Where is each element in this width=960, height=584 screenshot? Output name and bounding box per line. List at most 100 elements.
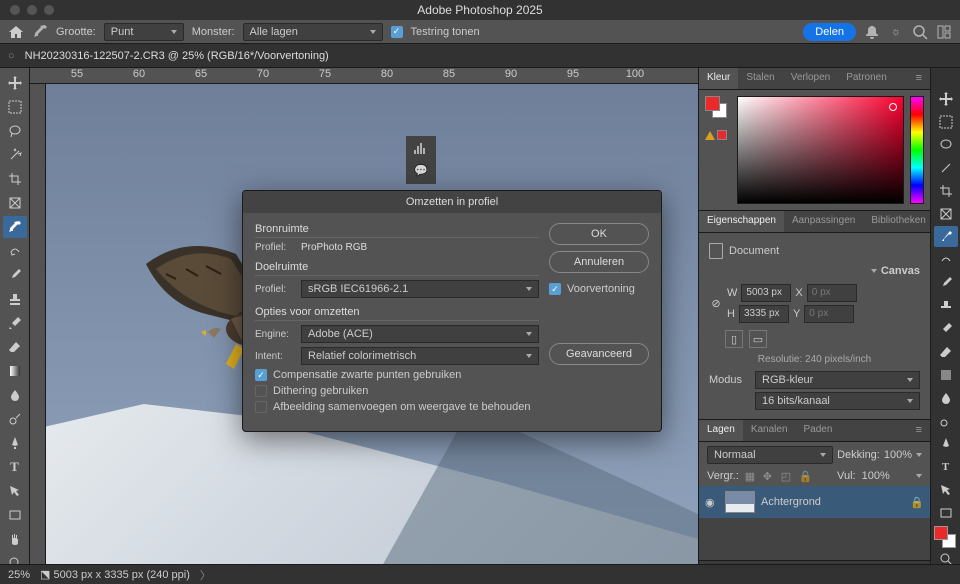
tab-bibliotheken[interactable]: Bibliotheken [863, 211, 933, 232]
bell-icon[interactable] [864, 24, 880, 40]
eraser-tool-r[interactable] [934, 341, 958, 362]
shape-tool-r[interactable] [934, 502, 958, 523]
intent-dropdown[interactable]: Relatief colorimetrisch [301, 347, 539, 365]
blur-tool[interactable] [3, 384, 27, 406]
lock-icon[interactable]: 🔒 [910, 496, 924, 509]
size-dropdown[interactable]: Punt [104, 23, 184, 41]
fg-bg-colors[interactable] [934, 526, 956, 556]
tab-patronen[interactable]: Patronen [838, 68, 895, 89]
gradient-tool-r[interactable] [934, 364, 958, 385]
tab-aanpassingen[interactable]: Aanpassingen [784, 211, 863, 232]
lasso-tool-r[interactable] [934, 134, 958, 155]
lasso-tool[interactable] [3, 120, 27, 142]
link-icon[interactable]: ⊘ [709, 297, 723, 310]
comment-icon[interactable]: 💬 [413, 162, 429, 178]
depth-dropdown[interactable]: 16 bits/kanaal [755, 392, 920, 410]
wand-tool-r[interactable] [934, 157, 958, 178]
blend-mode-dropdown[interactable]: Normaal [707, 446, 833, 464]
lock-all-icon[interactable]: 🔒 [799, 470, 811, 482]
panel-menu-icon[interactable]: ≡ [908, 420, 930, 441]
marquee-tool-r[interactable] [934, 111, 958, 132]
layer-thumbnail[interactable] [725, 491, 755, 513]
wand-tool[interactable] [3, 144, 27, 166]
pen-tool-r[interactable] [934, 433, 958, 454]
lock-pixels-icon[interactable]: ▦ [745, 470, 757, 482]
history-tool-r[interactable] [934, 318, 958, 339]
home-icon[interactable] [8, 25, 24, 39]
canvas-section-header[interactable]: Canvas [709, 265, 920, 277]
tab-kanalen[interactable]: Kanalen [743, 420, 796, 441]
ruler-vertical[interactable] [30, 84, 46, 584]
advanced-button[interactable]: Geavanceerd [549, 343, 649, 365]
crop-tool[interactable] [3, 168, 27, 190]
path-tool-r[interactable] [934, 479, 958, 500]
dodge-tool[interactable] [3, 408, 27, 430]
frame-tool-r[interactable] [934, 203, 958, 224]
path-tool[interactable] [3, 480, 27, 502]
layer-name[interactable]: Achtergrond [761, 496, 821, 508]
eyedropper-icon[interactable] [32, 24, 48, 40]
move-tool-r[interactable] [934, 88, 958, 109]
shape-tool[interactable] [3, 504, 27, 526]
hand-tool[interactable] [3, 528, 27, 550]
brush-tool-r[interactable] [934, 272, 958, 293]
width-input[interactable]: 5003 px [741, 284, 791, 302]
share-button[interactable]: Delen [803, 23, 856, 41]
panel-menu-icon[interactable]: ≡ [908, 68, 930, 89]
doc-dimensions[interactable]: ⬔ 5003 px x 3335 px (240 ppi) [40, 568, 190, 581]
tab-eigenschappen[interactable]: Eigenschappen [699, 211, 784, 232]
stamp-tool[interactable] [3, 288, 27, 310]
lock-position-icon[interactable]: ✥ [763, 470, 775, 482]
engine-dropdown[interactable]: Adobe (ACE) [301, 325, 539, 343]
histogram-icon[interactable] [413, 142, 429, 158]
blur-tool-r[interactable] [934, 387, 958, 408]
fg-bg-swatch[interactable] [705, 96, 727, 118]
zoom-level[interactable]: 25% [8, 569, 30, 581]
preview-checkbox[interactable]: ✓ [549, 283, 561, 295]
tab-lagen[interactable]: Lagen [699, 420, 743, 441]
orient-portrait-icon[interactable]: ▯ [725, 330, 743, 348]
mode-dropdown[interactable]: RGB-kleur [755, 371, 920, 389]
gradient-tool[interactable] [3, 360, 27, 382]
tab-verlopen[interactable]: Verlopen [783, 68, 838, 89]
dest-profile-dropdown[interactable]: sRGB IEC61966-2.1 [301, 280, 539, 298]
search-icon[interactable] [912, 24, 928, 40]
testring-checkbox[interactable]: ✓ [391, 26, 403, 38]
type-tool[interactable]: T [3, 456, 27, 478]
orient-landscape-icon[interactable]: ▭ [749, 330, 767, 348]
bpc-checkbox[interactable]: ✓ [255, 369, 267, 381]
height-input[interactable]: 3335 px [739, 305, 789, 323]
window-controls[interactable] [0, 5, 54, 15]
layer-row[interactable]: ◉ Achtergrond 🔒 [699, 486, 930, 518]
history-brush-tool[interactable] [3, 312, 27, 334]
type-tool-r[interactable]: T [934, 456, 958, 477]
eyedropper-tool-r[interactable] [934, 226, 958, 247]
stamp-tool-r[interactable] [934, 295, 958, 316]
marquee-tool[interactable] [3, 96, 27, 118]
workspace-icon[interactable] [936, 24, 952, 40]
gamut-swatch[interactable] [717, 130, 727, 140]
eyedropper-tool[interactable] [3, 216, 27, 238]
ok-button[interactable]: OK [549, 223, 649, 245]
eraser-tool[interactable] [3, 336, 27, 358]
heal-tool-r[interactable] [934, 249, 958, 270]
heal-tool[interactable] [3, 240, 27, 262]
tab-stalen[interactable]: Stalen [738, 68, 782, 89]
lock-artboard-icon[interactable]: ◰ [781, 470, 793, 482]
sample-dropdown[interactable]: Alle lagen [243, 23, 383, 41]
document-tab[interactable]: NH20230316-122507-2.CR3 @ 25% (RGB/16*/V… [15, 45, 339, 67]
pen-tool[interactable] [3, 432, 27, 454]
visibility-icon[interactable]: ◉ [705, 496, 719, 509]
tab-kleur[interactable]: Kleur [699, 68, 738, 89]
cancel-button[interactable]: Annuleren [549, 251, 649, 273]
tab-paden[interactable]: Paden [796, 420, 841, 441]
frame-tool[interactable] [3, 192, 27, 214]
crop-tool-r[interactable] [934, 180, 958, 201]
hue-slider[interactable] [910, 96, 924, 204]
color-picker[interactable] [737, 96, 904, 204]
move-tool[interactable] [3, 72, 27, 94]
dodge-tool-r[interactable] [934, 410, 958, 431]
ruler-horizontal[interactable]: 556065707580859095100 [30, 68, 698, 84]
gamut-warning-icon[interactable] [705, 131, 715, 140]
sun-icon[interactable]: ☼ [888, 24, 904, 40]
